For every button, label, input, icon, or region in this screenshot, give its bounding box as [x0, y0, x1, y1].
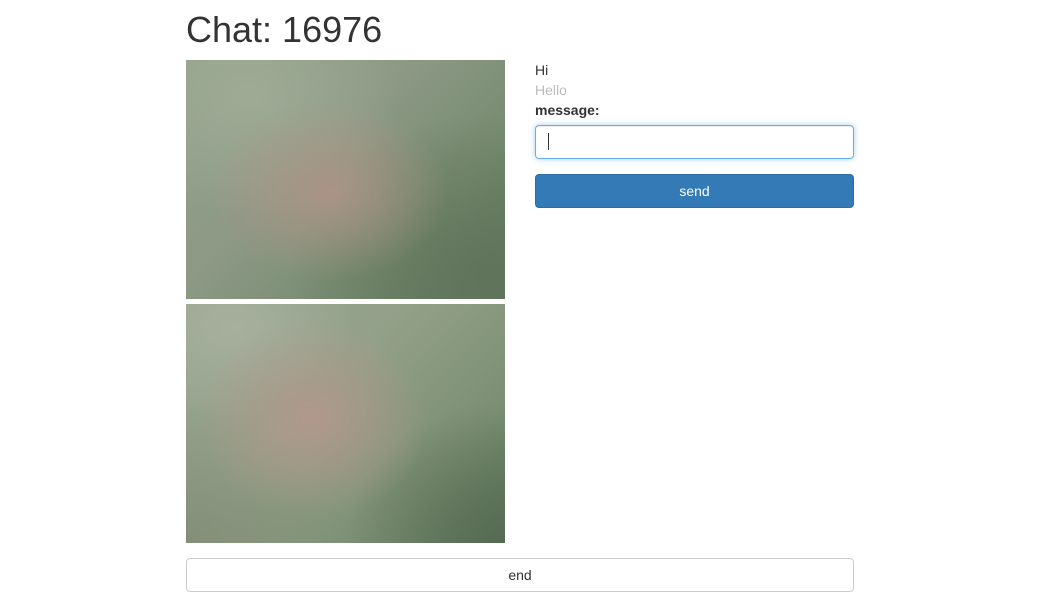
send-button[interactable]: send: [535, 174, 854, 208]
chat-message-local: Hello: [535, 82, 567, 98]
message-input[interactable]: [535, 125, 854, 159]
text-caret: [548, 133, 549, 150]
message-label: message:: [535, 102, 600, 118]
local-video: [186, 304, 505, 543]
page-title: Chat: 16976: [186, 9, 383, 50]
chat-message-remote: Hi: [535, 62, 549, 78]
remote-video: [186, 60, 505, 299]
end-button[interactable]: end: [186, 558, 854, 592]
